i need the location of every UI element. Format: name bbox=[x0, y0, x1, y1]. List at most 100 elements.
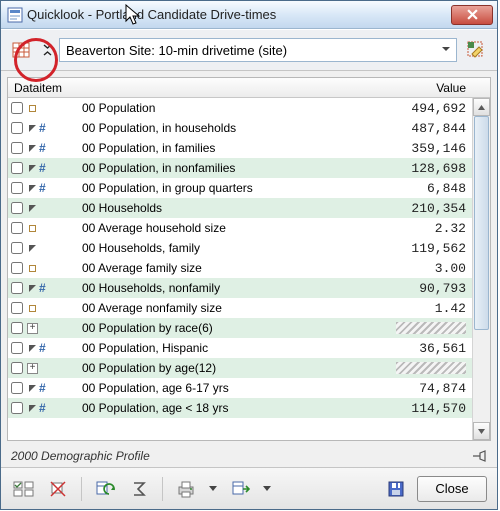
row-checkbox[interactable] bbox=[8, 302, 26, 314]
row-checkbox[interactable] bbox=[8, 162, 26, 174]
row-type-icon bbox=[26, 103, 82, 113]
row-value: 487,844 bbox=[382, 121, 472, 136]
vertical-scrollbar[interactable] bbox=[472, 98, 490, 440]
row-label: 00 Population by race(6) bbox=[82, 321, 396, 335]
row-type-icon bbox=[26, 263, 82, 273]
row-label: 00 Households, family bbox=[82, 241, 382, 255]
grid-dropdown-icon[interactable] bbox=[41, 44, 53, 56]
row-label: 00 Population by age(12) bbox=[82, 361, 396, 375]
row-type-icon: # bbox=[26, 341, 82, 355]
row-label: 00 Population, Hispanic bbox=[82, 341, 382, 355]
row-label: 00 Population, age 6-17 yrs bbox=[82, 381, 382, 395]
clear-checks-button[interactable] bbox=[45, 476, 71, 502]
titlebar[interactable]: Quicklook - Portland Candidate Drive-tim… bbox=[1, 1, 497, 29]
row-value: 128,698 bbox=[382, 161, 472, 176]
data-row[interactable]: +00 Population by race(6) bbox=[8, 318, 472, 338]
row-checkbox[interactable] bbox=[8, 102, 26, 114]
highlight-selection-button[interactable] bbox=[463, 37, 489, 63]
row-value: 114,570 bbox=[382, 401, 472, 416]
quicklook-app-icon bbox=[7, 7, 23, 23]
data-row[interactable]: #00 Population, age < 18 yrs114,570 bbox=[8, 398, 472, 418]
chevron-down-icon bbox=[440, 43, 452, 55]
row-checkbox[interactable] bbox=[8, 362, 26, 374]
row-label: 00 Average family size bbox=[82, 261, 382, 275]
row-type-icon: # bbox=[26, 161, 82, 175]
data-row[interactable]: 00 Average family size3.00 bbox=[8, 258, 472, 278]
row-type-icon bbox=[26, 303, 82, 313]
site-select[interactable]: Beaverton Site: 10-min drivetime (site) bbox=[59, 38, 457, 62]
window-close-button[interactable] bbox=[451, 5, 493, 25]
scroll-thumb[interactable] bbox=[474, 116, 489, 330]
row-checkbox[interactable] bbox=[8, 382, 26, 394]
data-row[interactable]: #00 Population, in group quarters6,848 bbox=[8, 178, 472, 198]
toggle-checks-button[interactable] bbox=[11, 476, 37, 502]
row-value: 1.42 bbox=[382, 301, 472, 316]
site-toolbar: Beaverton Site: 10-min drivetime (site) bbox=[1, 29, 497, 71]
row-type-icon: + bbox=[26, 363, 82, 374]
window-title: Quicklook - Portland Candidate Drive-tim… bbox=[27, 7, 451, 22]
row-checkbox[interactable] bbox=[8, 402, 26, 414]
row-value: 74,874 bbox=[382, 381, 472, 396]
row-value: 36,561 bbox=[382, 341, 472, 356]
scroll-track[interactable] bbox=[473, 116, 490, 422]
row-checkbox[interactable] bbox=[8, 222, 26, 234]
row-type-icon: # bbox=[26, 401, 82, 415]
scroll-up-button[interactable] bbox=[473, 98, 490, 116]
scroll-down-button[interactable] bbox=[473, 422, 490, 440]
data-row[interactable]: #00 Households, nonfamily90,793 bbox=[8, 278, 472, 298]
row-value: 3.00 bbox=[382, 261, 472, 276]
row-value: 6,848 bbox=[382, 181, 472, 196]
row-checkbox[interactable] bbox=[8, 322, 26, 334]
save-button[interactable] bbox=[383, 476, 409, 502]
status-text: 2000 Demographic Profile bbox=[11, 449, 150, 463]
data-row[interactable]: #00 Population, in households487,844 bbox=[8, 118, 472, 138]
row-checkbox[interactable] bbox=[8, 342, 26, 354]
row-value: 494,692 bbox=[382, 101, 472, 116]
row-checkbox[interactable] bbox=[8, 142, 26, 154]
data-row[interactable]: #00 Population, Hispanic36,561 bbox=[8, 338, 472, 358]
row-checkbox[interactable] bbox=[8, 242, 26, 254]
data-row[interactable]: 00 Households210,354 bbox=[8, 198, 472, 218]
print-dropdown-icon[interactable] bbox=[207, 486, 219, 492]
data-row[interactable]: 00 Households, family119,562 bbox=[8, 238, 472, 258]
print-button[interactable] bbox=[173, 476, 199, 502]
bottom-toolbar: Close bbox=[1, 467, 497, 509]
row-type-icon: # bbox=[26, 181, 82, 195]
close-button-label: Close bbox=[435, 481, 468, 496]
row-type-icon: + bbox=[26, 323, 82, 334]
column-value[interactable]: Value bbox=[380, 81, 472, 95]
row-checkbox[interactable] bbox=[8, 122, 26, 134]
data-row[interactable]: 00 Average household size2.32 bbox=[8, 218, 472, 238]
row-checkbox[interactable] bbox=[8, 182, 26, 194]
data-row[interactable]: #00 Population, in nonfamilies128,698 bbox=[8, 158, 472, 178]
status-bar: 2000 Demographic Profile bbox=[1, 447, 497, 467]
close-button[interactable]: Close bbox=[417, 476, 487, 502]
row-checkbox[interactable] bbox=[8, 282, 26, 294]
column-dataitem[interactable]: Dataitem bbox=[8, 81, 380, 95]
row-value: 359,146 bbox=[382, 141, 472, 156]
export-dropdown-icon[interactable] bbox=[261, 486, 273, 492]
list-header[interactable]: Dataitem Value bbox=[8, 78, 490, 98]
row-type-icon bbox=[26, 203, 82, 213]
pin-icon[interactable] bbox=[471, 449, 489, 463]
row-checkbox[interactable] bbox=[8, 262, 26, 274]
data-row[interactable]: #00 Population, in families359,146 bbox=[8, 138, 472, 158]
data-row[interactable]: 00 Average nonfamily size1.42 bbox=[8, 298, 472, 318]
row-checkbox[interactable] bbox=[8, 202, 26, 214]
site-select-label: Beaverton Site: 10-min drivetime (site) bbox=[66, 43, 287, 58]
data-row[interactable]: 00 Population494,692 bbox=[8, 98, 472, 118]
quicklook-window: Quicklook - Portland Candidate Drive-tim… bbox=[0, 0, 498, 510]
data-grid-button[interactable] bbox=[9, 37, 35, 63]
export-button[interactable] bbox=[227, 476, 253, 502]
data-row[interactable]: +00 Population by age(12) bbox=[8, 358, 472, 378]
row-type-icon bbox=[26, 243, 82, 253]
row-type-icon: # bbox=[26, 381, 82, 395]
row-label: 00 Population, in nonfamilies bbox=[82, 161, 382, 175]
row-type-icon: # bbox=[26, 141, 82, 155]
refresh-button[interactable] bbox=[92, 476, 118, 502]
row-type-icon: # bbox=[26, 281, 82, 295]
data-row[interactable]: #00 Population, age 6-17 yrs74,874 bbox=[8, 378, 472, 398]
row-value: 119,562 bbox=[382, 241, 472, 256]
row-label: 00 Average nonfamily size bbox=[82, 301, 382, 315]
sum-button[interactable] bbox=[126, 476, 152, 502]
